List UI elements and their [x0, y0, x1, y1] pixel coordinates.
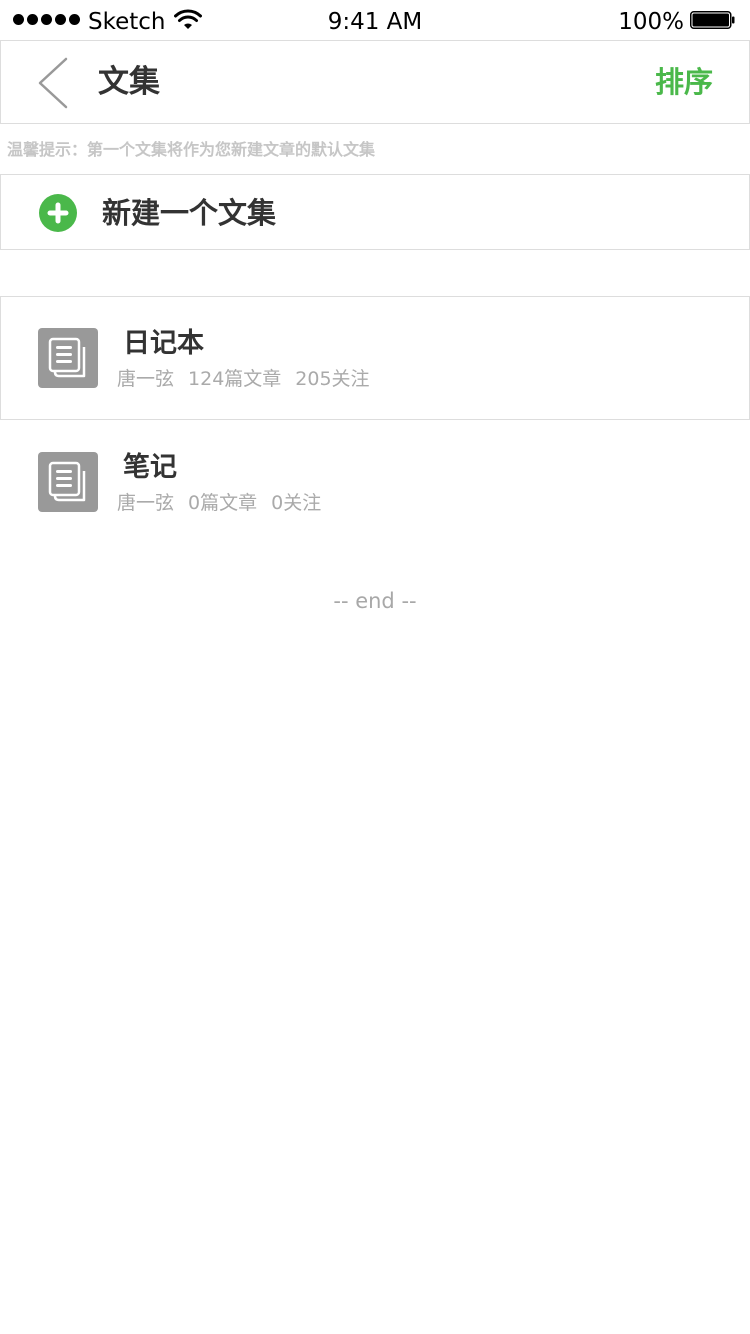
new-collection-label: 新建一个文集	[102, 196, 277, 230]
notebook-icon	[38, 452, 98, 512]
list-end-marker: -- end --	[333, 589, 417, 613]
status-bar: Sketch 9:41 AM 100%	[0, 0, 750, 40]
page-title: 文集	[98, 64, 160, 100]
collection-meta: 唐一弦 124篇文章 205关注	[117, 365, 384, 393]
collection-meta: 唐一弦 0篇文章 0关注	[117, 489, 335, 517]
collection-article-count: 124篇文章	[188, 368, 282, 390]
chevron-left-icon[interactable]	[31, 55, 77, 111]
new-collection-button[interactable]: 新建一个文集	[0, 174, 750, 250]
collection-item[interactable]: 笔记 唐一弦 0篇文章 0关注	[0, 420, 750, 544]
collection-author: 唐一弦	[117, 492, 175, 514]
default-collection-hint: 温馨提示：第一个文集将作为您新建文章的默认文集	[7, 140, 376, 159]
collection-follower-count: 205关注	[295, 368, 370, 390]
notebook-icon	[38, 328, 98, 388]
sort-button[interactable]: 排序	[655, 61, 713, 103]
collection-title: 笔记	[123, 452, 177, 483]
collection-title: 日记本	[123, 328, 204, 359]
collection-author: 唐一弦	[117, 368, 175, 390]
plus-circle-icon	[39, 194, 77, 232]
collection-follower-count: 0关注	[271, 492, 322, 514]
collection-list: 日记本 唐一弦 124篇文章 205关注 笔记 唐一弦 0篇文章 0关注	[0, 296, 750, 544]
collection-item[interactable]: 日记本 唐一弦 124篇文章 205关注	[0, 296, 750, 420]
nav-bar: 文集 排序	[0, 40, 750, 124]
collection-article-count: 0篇文章	[188, 492, 258, 514]
battery-icon	[690, 11, 735, 29]
battery-percent: 100%	[618, 9, 684, 35]
